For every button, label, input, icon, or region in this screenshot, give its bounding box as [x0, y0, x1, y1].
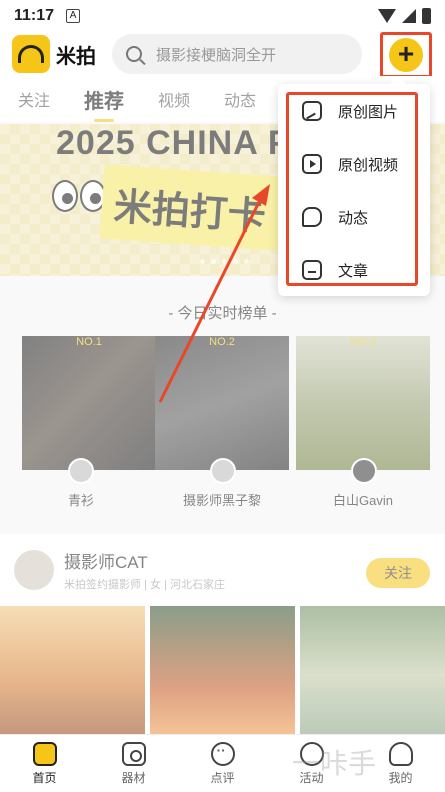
nav-label: 首页: [32, 770, 57, 785]
add-button[interactable]: +: [389, 38, 423, 72]
search-placeholder: 摄影接梗脑洞全开: [156, 46, 277, 64]
nav-label: 点评: [210, 770, 235, 785]
battery-icon: [422, 8, 431, 24]
signal-icon: [402, 9, 416, 23]
app-header: 米拍 摄影接梗脑洞全开 +: [0, 32, 445, 78]
menu-original-video[interactable]: 原创视频: [302, 149, 422, 179]
status-time: 11:17: [14, 7, 55, 24]
app-name: 米拍: [56, 45, 96, 68]
menu-original-photo[interactable]: 原创图片: [302, 96, 422, 126]
watermark: 一咔手: [292, 748, 377, 779]
search-icon: [126, 46, 142, 62]
chat-icon: [210, 741, 235, 766]
bottom-nav: 首页 器材 点评 活动 我的: [0, 734, 445, 792]
menu-moment[interactable]: 动态: [302, 202, 422, 232]
user-icon: [388, 741, 413, 766]
logo-mark-icon: [18, 45, 44, 63]
nav-home[interactable]: 首页: [0, 735, 89, 792]
menu-label: 文章: [338, 262, 369, 280]
image-icon: [302, 101, 322, 121]
menu-label: 原创视频: [338, 156, 399, 174]
home-icon: [32, 741, 57, 766]
wifi-icon: [378, 9, 396, 23]
nav-label: 我的: [388, 770, 413, 785]
app-logo: [12, 35, 50, 73]
camera-icon: [121, 741, 146, 766]
notification-icon: A: [66, 9, 81, 23]
document-icon: [302, 260, 322, 280]
chat-bubble-icon: [302, 207, 322, 227]
status-bar: 11:17 A: [0, 0, 445, 32]
nav-label: 器材: [121, 770, 146, 785]
menu-label: 原创图片: [338, 103, 399, 121]
add-button-highlight: +: [380, 32, 432, 78]
nav-review[interactable]: 点评: [178, 735, 267, 792]
menu-label: 动态: [338, 209, 369, 227]
menu-article[interactable]: 文章: [302, 255, 422, 285]
nav-gear[interactable]: 器材: [89, 735, 178, 792]
search-bar[interactable]: 摄影接梗脑洞全开: [112, 34, 362, 74]
video-icon: [302, 154, 322, 174]
